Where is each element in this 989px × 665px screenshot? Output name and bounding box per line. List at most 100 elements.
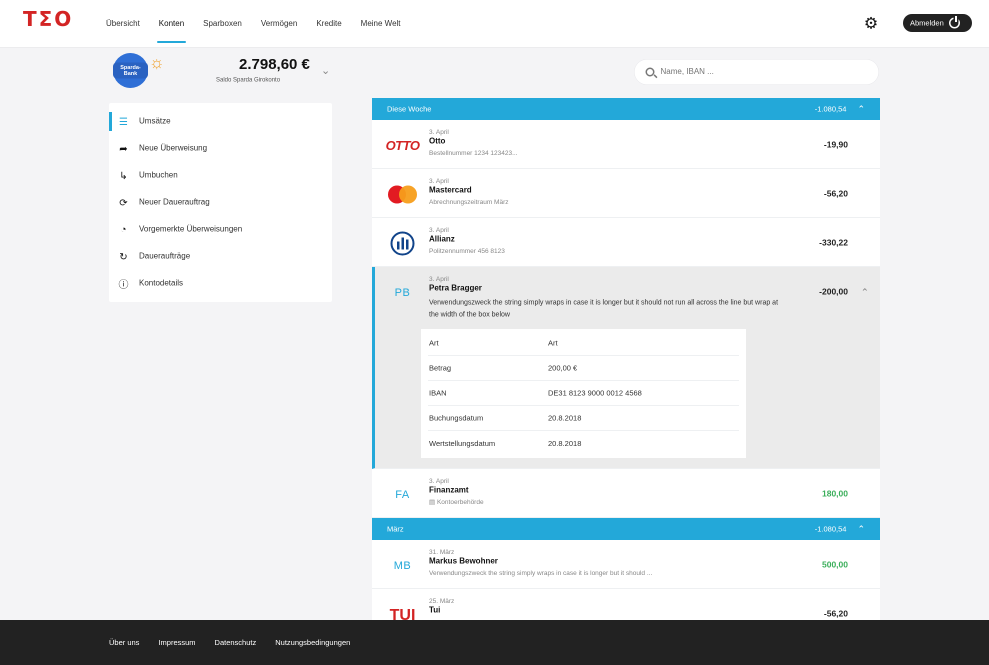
sidebar-item-label: Umsätze xyxy=(139,117,171,126)
transaction-date: 25. März xyxy=(429,597,455,605)
section-total: -1.080,54 xyxy=(814,104,847,114)
sidebar-item-scheduled-transfers[interactable]: ◔ Vorgemerkte Überweisungen xyxy=(109,216,332,243)
transaction-name: Mastercard xyxy=(429,186,472,195)
section-title: März xyxy=(387,524,404,534)
logout-button[interactable]: Abmelden xyxy=(903,14,972,32)
detail-row: IBAN DE31 8123 9000 0012 4568 xyxy=(428,381,739,406)
progress-circle-icon: ◔ xyxy=(120,223,127,235)
sidebar-item-transactions[interactable]: ☰ Umsätze xyxy=(109,108,332,135)
sidebar-item-standing-orders[interactable]: ↻ Daueraufträge xyxy=(109,243,332,270)
sidebar-item-label: Umbuchen xyxy=(139,171,178,180)
transaction-row[interactable]: 3. April Mastercard Abrechnungszeitraum … xyxy=(372,169,880,218)
chevron-up-icon[interactable]: ⌃ xyxy=(857,104,865,115)
sidebar-item-account-details[interactable]: ⓘ Kontodetails xyxy=(109,270,332,297)
gear-icon[interactable]: ⚙ xyxy=(863,15,879,31)
transaction-description: Verwendungszweck the string simply wraps… xyxy=(429,298,779,318)
transaction-row[interactable]: MB 31. März Markus Bewohner Verwendungsz… xyxy=(372,540,880,589)
search-icon xyxy=(645,67,655,77)
allianz-logo xyxy=(387,231,418,256)
section-total: -1.080,54 xyxy=(814,524,847,534)
bank-logo-text: Sparda-Bank xyxy=(113,62,148,79)
transaction-subtitle: Verwendungszweck the string simply wraps… xyxy=(429,569,653,577)
logout-label: Abmelden xyxy=(910,18,944,28)
transaction-row[interactable]: 3. April Allianz Politzennummer 456 8123… xyxy=(372,218,880,267)
detail-label: Art xyxy=(429,338,439,348)
nav-overview[interactable]: Übersicht xyxy=(106,0,140,48)
footer-link-imprint[interactable]: Impressum xyxy=(158,638,195,647)
transaction-date: 3. April xyxy=(429,226,449,234)
sidebar-item-label: Vorgemerkte Überweisungen xyxy=(139,225,243,234)
transaction-details: Art Art Betrag 200,00 € IBAN DE31 8123 9000… xyxy=(421,329,746,458)
footer-link-about[interactable]: Über uns xyxy=(109,638,139,647)
sun-icon: ☼ xyxy=(149,53,165,72)
nav-assets[interactable]: Vermögen xyxy=(261,0,297,48)
transaction-amount: -56,20 xyxy=(823,189,848,199)
footer-link-terms[interactable]: Nutzungsbedingungen xyxy=(275,638,350,647)
nav-credits[interactable]: Kredite xyxy=(316,0,341,48)
detail-value: Art xyxy=(548,338,558,348)
sidebar-item-new-standing-order[interactable]: ⟳ Neuer Dauerauftrag xyxy=(109,189,332,216)
transaction-date: 3. April xyxy=(429,177,449,185)
sidebar-item-new-transfer[interactable]: ➦ Neue Überweisung xyxy=(109,135,332,162)
transaction-row[interactable]: FA 3. April Finanzamt ▤ Kontoerbehörde 1… xyxy=(372,469,880,518)
detail-row: Buchungsdatum 20.8.2018 xyxy=(428,406,739,431)
detail-row: Betrag 200,00 € xyxy=(428,356,739,381)
detail-row: Art Art xyxy=(428,331,739,356)
transaction-amount: -56,20 xyxy=(823,609,848,619)
transaction-subtitle: Politzennummer 456 8123 xyxy=(429,247,505,255)
recurring-icon: ↻ xyxy=(119,251,128,263)
bank-logo[interactable]: Sparda-Bank xyxy=(113,53,148,88)
detail-value: DE31 8123 9000 0012 4568 xyxy=(548,388,642,398)
initials-avatar: MB xyxy=(393,559,412,572)
transaction-amount: 500,00 xyxy=(822,560,848,570)
detail-row: Wertstellungsdatum 20.8.2018 xyxy=(428,431,739,456)
nav-my-world[interactable]: Meine Welt xyxy=(361,0,401,48)
transaction-row[interactable]: OTTO 3. April Otto Bestellnummer 1234 12… xyxy=(372,120,880,169)
initials-avatar: PB xyxy=(394,286,411,299)
footer-link-privacy[interactable]: Datenschutz xyxy=(215,638,257,647)
search-input[interactable] xyxy=(660,67,861,77)
section-header-this-week[interactable]: Diese Woche -1.080,54 ⌃ xyxy=(372,98,880,120)
transaction-date: 31. März xyxy=(429,548,455,556)
section-title: Diese Woche xyxy=(387,104,432,114)
nav-savings-boxes[interactable]: Sparboxen xyxy=(203,0,242,48)
top-header: TΣO Übersicht Konten Sparboxen Vermögen … xyxy=(0,0,989,48)
sidebar-item-label: Daueraufträge xyxy=(139,252,191,261)
transaction-name: Markus Bewohner xyxy=(429,557,498,566)
detail-label: IBAN xyxy=(429,388,447,398)
power-icon xyxy=(948,16,960,29)
transaction-name: Allianz xyxy=(429,235,455,244)
chevron-down-icon[interactable]: ⌄ xyxy=(321,64,330,77)
detail-label: Betrag xyxy=(429,363,452,373)
mastercard-logo xyxy=(387,183,418,206)
detail-label: Wertstellungsdatum xyxy=(429,439,496,448)
detail-label: Buchungsdatum xyxy=(429,413,484,423)
initials-avatar: FA xyxy=(395,488,410,501)
nav-accounts[interactable]: Konten xyxy=(156,0,186,48)
account-balance: 2.798,60 € xyxy=(239,56,310,73)
teo-logo[interactable]: TΣO xyxy=(23,8,73,31)
transaction-list: Diese Woche -1.080,54 ⌃ OTTO 3. April Ot… xyxy=(372,98,880,623)
chevron-up-icon[interactable]: ⌃ xyxy=(861,286,869,299)
detail-value: 20.8.2018 xyxy=(548,413,582,423)
transaction-row-expanded[interactable]: PB 3. April Petra Bragger Verwendungszwe… xyxy=(372,267,880,469)
sidebar-item-rebook[interactable]: ↳ Umbuchen xyxy=(109,162,332,189)
transaction-name: Finanzamt xyxy=(429,486,469,495)
main-nav: Übersicht Konten Sparboxen Vermögen Kred… xyxy=(106,0,401,48)
transaction-subtitle: Abrechnungszeitraum März xyxy=(429,198,509,206)
chevron-up-icon[interactable]: ⌃ xyxy=(857,524,865,535)
sidebar-item-label: Neue Überweisung xyxy=(139,144,208,153)
transaction-name: Otto xyxy=(429,137,446,146)
search-bar[interactable] xyxy=(634,59,879,85)
transaction-subtitle: ▤ Kontoerbehörde xyxy=(429,498,484,506)
transaction-amount: -19,90 xyxy=(823,140,848,150)
arrow-icon: ➦ xyxy=(119,143,128,155)
transaction-row[interactable]: TUI 25. März Tui -56,20 xyxy=(372,589,880,623)
site-footer: Über uns Impressum Datenschutz Nutzungsb… xyxy=(0,620,989,665)
transaction-amount: -200,00 xyxy=(819,287,848,297)
transaction-amount: -330,22 xyxy=(819,238,848,248)
detail-value: 20.8.2018 xyxy=(548,439,582,448)
section-header-march[interactable]: März -1.080,54 ⌃ xyxy=(372,518,880,540)
list-icon: ☰ xyxy=(119,116,128,128)
detail-value: 200,00 € xyxy=(548,363,578,373)
